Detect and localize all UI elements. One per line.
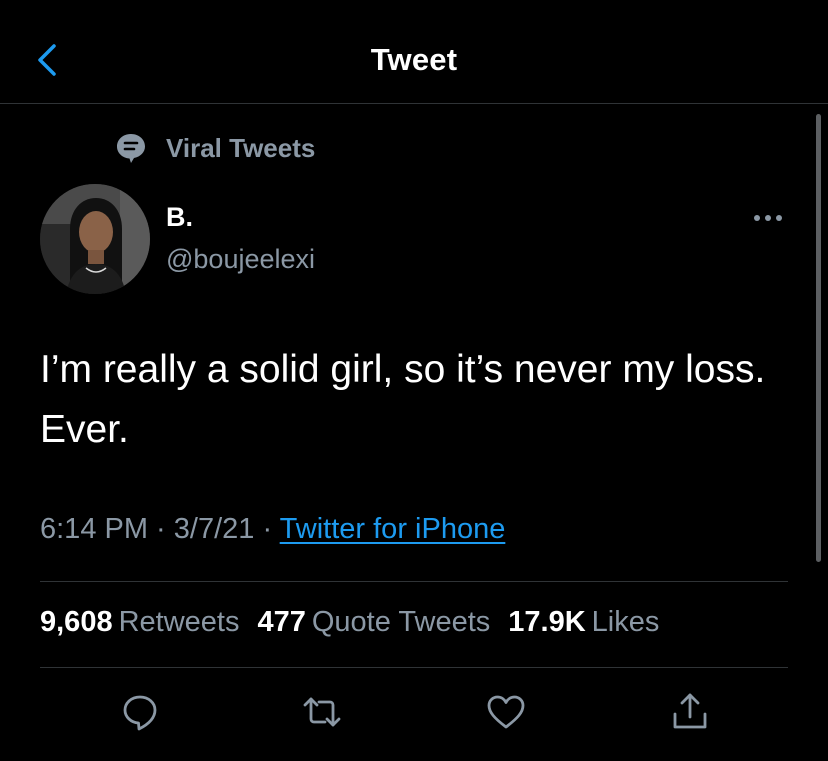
topic-speech-bubble-icon bbox=[117, 134, 145, 163]
retweets-label: Retweets bbox=[118, 606, 240, 638]
more-horizontal-icon bbox=[754, 215, 782, 221]
scrollbar[interactable] bbox=[816, 114, 821, 562]
tweet-date: 3/7/21 bbox=[173, 513, 255, 545]
topic-label: Viral Tweets bbox=[166, 132, 316, 163]
share-button[interactable] bbox=[668, 690, 712, 734]
meta-separator: · bbox=[148, 513, 174, 545]
likes-count: 17.9K bbox=[508, 606, 586, 638]
reply-bubble-icon bbox=[123, 695, 157, 731]
quote-tweets-count: 477 bbox=[257, 606, 306, 638]
author-display-name[interactable]: B. bbox=[166, 202, 193, 233]
more-options-button[interactable] bbox=[748, 198, 788, 238]
likes-stat[interactable]: 17.9K Likes bbox=[508, 606, 659, 639]
like-button[interactable] bbox=[484, 690, 528, 734]
engagement-stats: 9,608 Retweets 477 Quote Tweets 17.9K Likes bbox=[40, 606, 677, 639]
retweets-stat[interactable]: 9,608 Retweets bbox=[40, 606, 239, 639]
reply-button[interactable] bbox=[118, 690, 162, 734]
tweet-text: I’m really a solid girl, so it’s never m… bbox=[40, 348, 766, 451]
top-bar: Tweet bbox=[0, 0, 828, 104]
retweet-button[interactable] bbox=[300, 690, 344, 734]
retweet-icon bbox=[303, 697, 341, 727]
quote-tweets-label: Quote Tweets bbox=[311, 606, 491, 638]
divider bbox=[40, 581, 788, 582]
heart-icon bbox=[487, 695, 525, 729]
meta-separator: · bbox=[254, 513, 280, 545]
likes-label: Likes bbox=[591, 606, 660, 638]
tweet-source-link[interactable]: Twitter for iPhone bbox=[280, 513, 506, 545]
page-title: Tweet bbox=[370, 42, 458, 77]
share-icon bbox=[673, 693, 707, 729]
avatar-image bbox=[40, 184, 150, 294]
author-handle[interactable]: @boujeelexi bbox=[166, 244, 315, 275]
avatar[interactable] bbox=[40, 184, 150, 294]
tweet-metadata: 6:14 PM · 3/7/21 · Twitter for iPhone bbox=[40, 513, 505, 546]
retweets-count: 9,608 bbox=[40, 606, 113, 638]
topic-context[interactable]: Viral Tweets bbox=[114, 130, 315, 166]
tweet-time: 6:14 PM bbox=[40, 513, 148, 545]
divider bbox=[40, 667, 788, 668]
quote-tweets-stat[interactable]: 477 Quote Tweets bbox=[257, 606, 490, 639]
